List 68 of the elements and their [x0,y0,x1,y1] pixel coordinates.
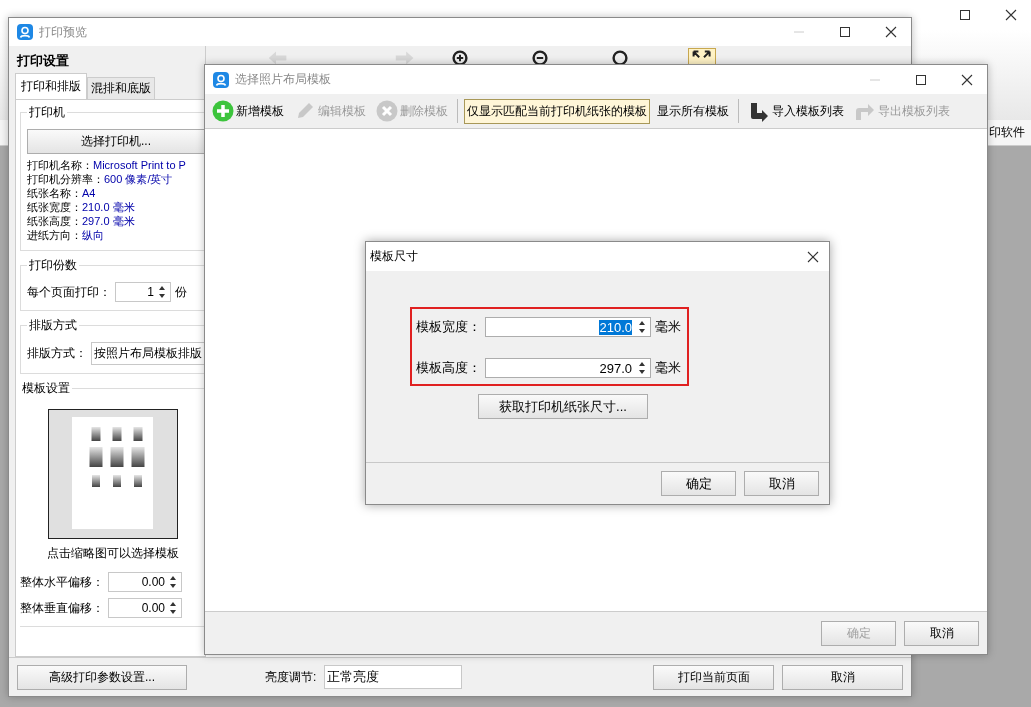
maximize-icon[interactable] [915,73,927,86]
unit-label: 份 [175,283,187,301]
printer-info-line: 纸张宽度：210.0 毫米 [27,200,136,214]
zoom-in-icon[interactable] [452,49,469,66]
layout-dropdown[interactable]: 按照片布局模板排版 [91,342,205,365]
tab[interactable]: 打印和排版 [15,73,87,99]
toolbar-button[interactable]: 新增模板 [209,96,287,126]
import-icon[interactable] [748,100,770,122]
group-title: 打印份数 [28,257,78,274]
field-label: 排版方式： [27,345,87,362]
toolbar-button[interactable]: 导入模板列表 [745,96,847,126]
group-title: 打印机 [28,104,66,121]
printer-info-line: 纸张高度：297.0 毫米 [27,214,136,228]
window-title: 选择照片布局模板 [235,71,332,88]
field-label: 亮度调节: [265,668,317,686]
template-thumbnail-drawing[interactable] [47,409,178,539]
field-label: 模板高度： [416,359,481,377]
spinner-arrows-icon[interactable] [158,285,166,299]
printer-info-line: 进纸方向：纵向 [27,228,105,242]
print-button[interactable]: 打印当前页面 [653,664,774,690]
select-printer-button[interactable]: 选择打印机... [27,129,205,154]
maximize-icon[interactable] [959,9,971,21]
unit-label: 毫米 [655,359,681,377]
unit-label: 毫米 [655,318,681,336]
offset-field[interactable]: 0.00 [108,572,182,592]
dialog-title: 模板尺寸 [370,248,419,265]
spinner-arrows-icon[interactable] [169,575,177,589]
offset-field[interactable]: 0.00 [108,598,182,618]
copies-field[interactable]: 1 [115,282,171,302]
group-title: 模板设置 [21,380,71,397]
close-icon[interactable] [885,26,897,38]
spinner-arrows-icon[interactable] [169,601,177,615]
field-label: 整体垂直偏移： [20,599,104,617]
filter-button[interactable]: 显示所有模板 [654,98,732,124]
person-icon [17,24,33,40]
brightness-dropdown[interactable]: 正常亮度 [324,665,463,689]
group-title: 排版方式 [28,317,78,334]
field-label: 模板宽度： [416,318,481,336]
field-label: 整体水平偏移： [20,573,104,591]
close-icon[interactable] [807,250,819,263]
left-arrow-icon[interactable] [268,49,288,66]
spinner-arrows-icon[interactable] [638,361,646,375]
close-icon[interactable] [961,73,973,86]
filter-button[interactable]: 仅显示匹配当前打印机纸张的模板 [464,98,650,124]
header-text: 印软件 [989,124,1025,141]
maximize-icon[interactable] [839,26,851,38]
fetch-size-button[interactable]: 获取打印机纸张尺寸... [478,394,648,419]
tab[interactable]: 混排和底版 [87,77,155,99]
advanced-settings-button[interactable]: 高级打印参数设置... [17,664,187,690]
printer-info-line: 打印机名称：Microsoft Print to P [27,158,187,172]
ok-button[interactable]: 确定 [661,471,736,496]
spinner-arrows-icon[interactable] [638,320,646,334]
size-field[interactable]: 297.0 [485,358,651,378]
close-icon[interactable] [1005,9,1017,21]
printer-info-line: 纸张名称：A4 [27,186,97,200]
cancel-button[interactable]: 取消 [782,664,903,690]
size-field[interactable]: 210.0 [485,317,651,337]
zoom-out-icon[interactable] [532,49,549,66]
cancel-button[interactable]: 取消 [904,620,979,646]
window-title: 打印预览 [39,23,88,41]
printer-info-line: 打印机分辨率：600 像素/英寸 [27,172,174,186]
panel-title: 打印设置 [15,52,70,70]
person-icon [213,71,229,88]
thumbnail-caption: 点击缩略图可以选择模板 [45,545,180,562]
cancel-button[interactable]: 取消 [744,471,819,496]
right-arrow-icon[interactable] [395,49,415,66]
field-label: 每个页面打印： [27,283,111,301]
circle-icon[interactable] [612,49,629,66]
